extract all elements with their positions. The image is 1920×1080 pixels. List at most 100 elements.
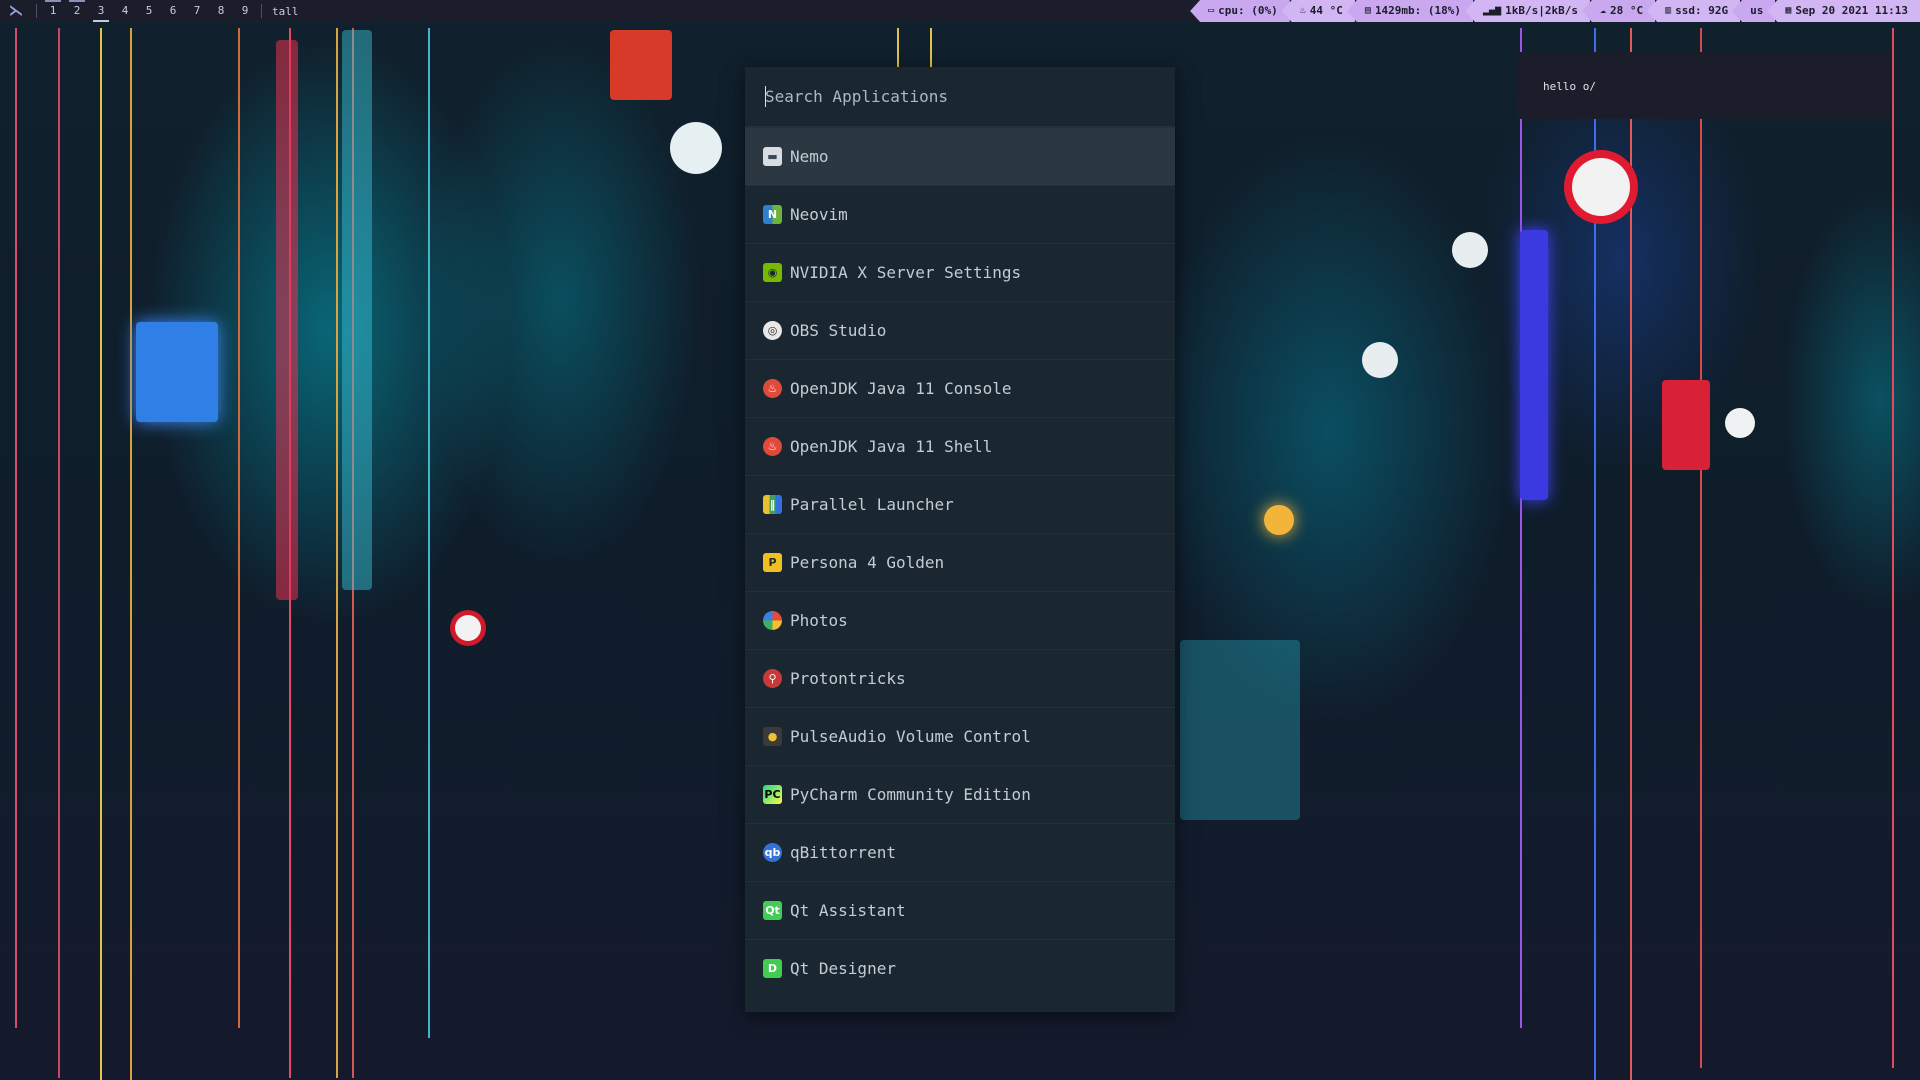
disk-icon: ▥	[1665, 5, 1672, 16]
nvidia-icon: ◉	[763, 263, 782, 282]
app-label: Nemo	[790, 147, 829, 166]
signal-icon: ▂▄▆	[1483, 5, 1502, 16]
wallpaper-sign	[136, 322, 218, 422]
app-item-persona-4-golden[interactable]: P Persona 4 Golden	[745, 533, 1175, 591]
workspace-5[interactable]: 5	[137, 0, 161, 22]
workspace-7[interactable]: 7	[185, 0, 209, 22]
protontricks-icon: ⚲	[763, 669, 782, 688]
workspace-3[interactable]: 3	[89, 0, 113, 22]
pycharm-icon: PC	[763, 785, 782, 804]
app-item-photos[interactable]: Photos	[745, 591, 1175, 649]
folder-icon: ▬	[763, 147, 782, 166]
app-item-qt-designer[interactable]: D Qt Designer	[745, 939, 1175, 997]
text-caret	[765, 86, 766, 107]
datetime-module: ▦ Sep 20 2021 11:13	[1767, 0, 1920, 22]
workspace-9[interactable]: 9	[233, 0, 257, 22]
app-label: OpenJDK Java 11 Shell	[790, 437, 993, 456]
wallpaper-sign	[276, 40, 298, 600]
memory-text: 1429mb: (18%)	[1374, 4, 1462, 17]
persona-icon: P	[763, 553, 782, 572]
wallpaper-stripe	[238, 28, 240, 1028]
wallpaper-stripe	[336, 28, 338, 1078]
app-item-obs-studio[interactable]: ◎ OBS Studio	[745, 301, 1175, 359]
app-label: OpenJDK Java 11 Console	[790, 379, 1012, 398]
wallpaper-sign	[610, 30, 672, 100]
notification-text: hello o/	[1543, 80, 1596, 93]
disk-text: ssd: 92G	[1675, 4, 1729, 17]
weather-text: 28 °C	[1609, 4, 1644, 17]
status-modules: ▭ cpu: (0%) ♨ 44 °C ▤ 1429mb: (18%) ▂▄▆ …	[1190, 0, 1920, 22]
app-label: PulseAudio Volume Control	[790, 727, 1031, 746]
speaker-icon: ●	[763, 727, 782, 746]
flame-icon: ♨	[1299, 5, 1306, 16]
workspace-6[interactable]: 6	[161, 0, 185, 22]
app-label: Qt Assistant	[790, 901, 906, 920]
wallpaper-lantern	[1452, 232, 1488, 268]
xmonad-logo-icon[interactable]: ⋋	[0, 0, 32, 22]
app-item-pulseaudio-volume-control[interactable]: ● PulseAudio Volume Control	[745, 707, 1175, 765]
app-item-nemo[interactable]: ▬ Nemo	[745, 127, 1175, 185]
wallpaper-stripe	[1520, 28, 1522, 1028]
temperature-module: ♨ 44 °C	[1281, 0, 1355, 22]
app-label: Persona 4 Golden	[790, 553, 945, 572]
java-icon: ♨	[763, 437, 782, 456]
keyboard-layout-text: us	[1750, 4, 1764, 17]
java-icon: ♨	[763, 379, 782, 398]
wallpaper-stripe	[130, 28, 132, 1080]
wallpaper-stripe	[428, 28, 430, 1038]
obs-icon: ◎	[763, 321, 782, 340]
app-item-qbittorrent[interactable]: qb qBittorrent	[745, 823, 1175, 881]
workspace-8[interactable]: 8	[209, 0, 233, 22]
app-item-pycharm[interactable]: PC PyCharm Community Edition	[745, 765, 1175, 823]
app-item-protontricks[interactable]: ⚲ Protontricks	[745, 649, 1175, 707]
qbittorrent-icon: qb	[763, 843, 782, 862]
wallpaper-lantern	[455, 615, 481, 641]
search-input[interactable]	[765, 87, 1145, 106]
app-item-nvidia-settings[interactable]: ◉ NVIDIA X Server Settings	[745, 243, 1175, 301]
layout-indicator[interactable]: tall	[272, 5, 299, 18]
calendar-icon: ▦	[1785, 5, 1792, 16]
workspace-2[interactable]: 2	[65, 0, 89, 22]
app-item-openjdk-console[interactable]: ♨ OpenJDK Java 11 Console	[745, 359, 1175, 417]
wallpaper-lantern	[1572, 158, 1630, 216]
app-label: qBittorrent	[790, 843, 896, 862]
workspace-1[interactable]: 1	[41, 0, 65, 22]
divider	[261, 4, 262, 18]
weather-module: ☁ 28 °C	[1581, 0, 1656, 22]
qt-designer-icon: D	[763, 959, 782, 978]
wallpaper-stripe	[1892, 28, 1894, 1068]
network-module: ▂▄▆ 1kB/s|2kB/s	[1465, 0, 1590, 22]
app-item-neovim[interactable]: N Neovim	[745, 185, 1175, 243]
wallpaper-stripe	[15, 28, 17, 1028]
app-item-openjdk-shell[interactable]: ♨ OpenJDK Java 11 Shell	[745, 417, 1175, 475]
datetime-text: Sep 20 2021 11:13	[1795, 4, 1908, 17]
network-text: 1kB/s|2kB/s	[1505, 4, 1578, 17]
notification-popup[interactable]: hello o/	[1517, 52, 1890, 119]
wallpaper-lantern	[670, 122, 722, 174]
application-launcher: ▬ Nemo N Neovim ◉ NVIDIA X Server Settin…	[745, 67, 1175, 1012]
disk-module: ▥ ssd: 92G	[1647, 0, 1741, 22]
memory-module: ▤ 1429mb: (18%)	[1346, 0, 1474, 22]
wallpaper-stripe	[58, 28, 60, 1078]
wallpaper-sign	[342, 30, 372, 590]
wallpaper-lantern	[1362, 342, 1398, 378]
cpu-text: cpu: (0%)	[1218, 4, 1278, 17]
app-item-parallel-launcher[interactable]: ‖ Parallel Launcher	[745, 475, 1175, 533]
wallpaper-stripe	[1630, 28, 1632, 1080]
temperature-text: 44 °C	[1309, 4, 1343, 17]
app-label: PyCharm Community Edition	[790, 785, 1031, 804]
wallpaper-sign	[1180, 640, 1300, 820]
wallpaper-stripe	[100, 28, 102, 1080]
photos-icon	[763, 611, 782, 630]
wallpaper-lantern	[1264, 505, 1294, 535]
memory-icon: ▤	[1364, 5, 1371, 16]
app-label: Parallel Launcher	[790, 495, 954, 514]
monitor-icon: ▭	[1208, 5, 1215, 16]
workspace-4[interactable]: 4	[113, 0, 137, 22]
app-item-qt-assistant[interactable]: Qt Qt Assistant	[745, 881, 1175, 939]
parallel-launcher-icon: ‖	[763, 495, 782, 514]
app-label: Photos	[790, 611, 848, 630]
search-bar[interactable]	[745, 67, 1175, 127]
app-label: Neovim	[790, 205, 848, 224]
wallpaper-sign	[1662, 380, 1710, 470]
